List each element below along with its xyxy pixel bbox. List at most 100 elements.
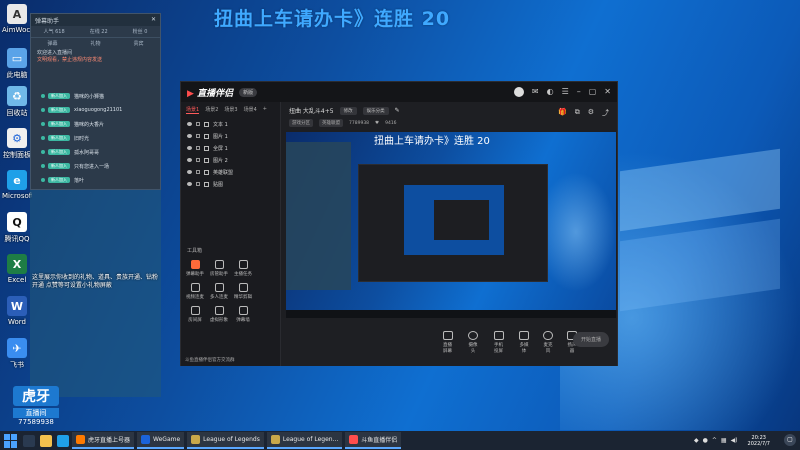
search-icon[interactable] <box>23 434 35 447</box>
desktop-icon-qq[interactable]: Q 腾讯QQ <box>2 212 32 244</box>
tab-gifts[interactable]: 礼物 <box>90 40 100 47</box>
microphone-button[interactable]: 麦克风 <box>543 330 553 354</box>
volume-icon[interactable]: ◀) <box>731 437 738 444</box>
lock-icon[interactable] <box>196 134 200 138</box>
phone-cast-button[interactable]: 手机投屏 <box>492 330 505 354</box>
screen-icon <box>190 306 200 315</box>
tool-danmu-wall[interactable]: 弹幕墙 <box>231 306 255 323</box>
screen-capture-button[interactable]: 直播屏幕 <box>441 330 454 354</box>
desktop-icon-control-panel[interactable]: ⚙ 控制面板 <box>2 128 32 160</box>
word-icon: W <box>7 296 27 316</box>
lock-icon[interactable] <box>196 182 200 186</box>
eye-icon[interactable] <box>187 170 192 174</box>
desktop-icon-feishu[interactable]: ✈ 飞书 <box>2 338 32 370</box>
app-icon: A <box>7 4 27 24</box>
source-item[interactable]: 图片 1 <box>181 130 280 142</box>
tool-multi-link[interactable]: 多人连麦 <box>207 283 231 300</box>
task-icon <box>238 260 248 269</box>
copy-icon[interactable]: ⧉ <box>575 108 580 118</box>
gift-icon[interactable]: 🎁 <box>558 108 567 118</box>
avatar[interactable] <box>513 87 524 97</box>
official-group-link[interactable]: 斗鱼直播伴侣官方交流群 <box>185 357 235 363</box>
media-button[interactable]: 多媒体 <box>519 330 529 354</box>
header-actions: 🎁 ⧉ ⚙ ⤴ <box>558 108 609 118</box>
excel-icon: X <box>7 254 27 274</box>
network-icon[interactable]: ▦ <box>721 437 727 444</box>
taskbar-task[interactable]: 虎牙直播上号器 <box>72 432 135 449</box>
settings-icon[interactable]: ⚙ <box>588 108 594 118</box>
tray-icon[interactable]: ◆ <box>694 437 699 444</box>
windows-start-icon[interactable] <box>4 433 18 448</box>
version-badge[interactable]: 新版 <box>239 87 258 97</box>
taskbar-task[interactable]: League of Legen... <box>266 432 343 449</box>
chevron-up-icon[interactable]: ^ <box>712 437 717 444</box>
message-icon[interactable]: ✉ <box>532 87 539 97</box>
eye-icon[interactable] <box>187 146 192 150</box>
skin-icon[interactable]: ◐ <box>547 87 554 97</box>
maximize-icon[interactable]: ▢ <box>589 87 597 97</box>
source-item[interactable]: 图片 2 <box>181 154 280 166</box>
eye-icon[interactable] <box>187 134 192 138</box>
tool-room-manager[interactable]: 房管助手 <box>207 260 231 277</box>
folder-icon[interactable] <box>40 434 52 447</box>
taskbar-task[interactable]: 斗鱼直播伴侣 <box>345 432 402 449</box>
minimize-icon[interactable]: – <box>577 87 581 97</box>
chat-message: 新人加入 旧时光 <box>41 134 89 142</box>
lock-icon[interactable] <box>196 158 200 162</box>
desktop-icon-word[interactable]: W Word <box>2 296 32 326</box>
camera-button[interactable]: 摄像头 <box>468 330 478 354</box>
desktop-icon-excel[interactable]: X Excel <box>2 254 32 284</box>
lock-icon[interactable] <box>196 122 200 126</box>
toolbox-title: 工具箱 <box>187 248 203 254</box>
close-icon[interactable]: ✕ <box>151 16 156 24</box>
lock-icon[interactable] <box>196 146 200 150</box>
stat-online: 在线 22 <box>89 29 108 35</box>
tool-danmu-helper[interactable]: 弹幕助手 <box>183 260 207 277</box>
desktop-icon-recycle-bin[interactable]: ♻ 回收站 <box>2 86 32 118</box>
tool-anchor-task[interactable]: 主播任务 <box>231 260 255 277</box>
edge-icon[interactable] <box>57 434 69 447</box>
category-label[interactable]: 游戏分区 <box>289 119 313 127</box>
taskbar-task[interactable]: WeGame <box>137 432 185 449</box>
add-scene-icon[interactable]: + <box>263 106 267 114</box>
stream-preview[interactable]: 扭曲上车请办卡》连胜 20 <box>286 132 616 318</box>
tab-danmu[interactable]: 弹幕 <box>47 40 57 47</box>
desktop-icon-aimwoche[interactable]: AAimWoche <box>2 4 32 34</box>
edit-title-button[interactable]: 修改 <box>339 106 357 115</box>
video-icon <box>190 283 200 292</box>
source-item[interactable]: 贴图 <box>181 178 280 190</box>
eye-icon[interactable] <box>187 122 192 126</box>
tool-empty <box>255 306 279 323</box>
source-item[interactable]: 文本 1 <box>181 118 280 130</box>
tab-scene-4[interactable]: 场景4 <box>244 106 257 114</box>
notification-icon[interactable]: ▢ <box>784 434 796 446</box>
tool-video-link[interactable]: 视频连麦 <box>183 283 207 300</box>
pencil-icon[interactable]: ✎ <box>395 107 400 114</box>
eye-icon[interactable] <box>187 158 192 162</box>
desktop-icon-edge[interactable]: eMicrosoft Edge <box>2 170 32 200</box>
tool-avatar[interactable]: 虚拟形象 <box>207 306 231 323</box>
tab-scene-3[interactable]: 场景3 <box>224 106 237 114</box>
tab-scene-1[interactable]: 场景1 <box>186 106 200 114</box>
microphone-icon <box>543 330 553 340</box>
lock-icon[interactable] <box>196 170 200 174</box>
source-item[interactable]: 英雄联盟 <box>181 166 280 178</box>
close-icon[interactable]: ✕ <box>604 87 611 97</box>
dot-icon <box>41 164 45 168</box>
tab-scene-2[interactable]: 场景2 <box>205 106 218 114</box>
tray-icon[interactable]: ● <box>703 437 708 444</box>
desktop-icon-computer[interactable]: ▭ 此电脑 <box>2 48 32 80</box>
category-tag[interactable]: 娱乐分类 <box>362 106 389 115</box>
eye-icon[interactable] <box>187 182 192 186</box>
user-icon <box>214 260 224 269</box>
menu-icon[interactable]: ☰ <box>562 87 569 97</box>
start-live-button[interactable]: 开始直播 <box>572 332 609 347</box>
tab-vip[interactable]: 贵宾 <box>133 40 143 47</box>
taskbar-task[interactable]: League of Legends <box>187 432 264 449</box>
clock[interactable]: 20:23 2022/7/7 <box>748 435 770 447</box>
share-icon[interactable]: ⤴ <box>602 108 609 118</box>
tool-room-screen[interactable]: 房间屏 <box>183 306 207 323</box>
monitor-icon <box>442 330 453 340</box>
tool-highlight-clip[interactable]: 精华剪辑 <box>231 283 255 300</box>
source-item[interactable]: 全屏 1 <box>181 142 280 154</box>
